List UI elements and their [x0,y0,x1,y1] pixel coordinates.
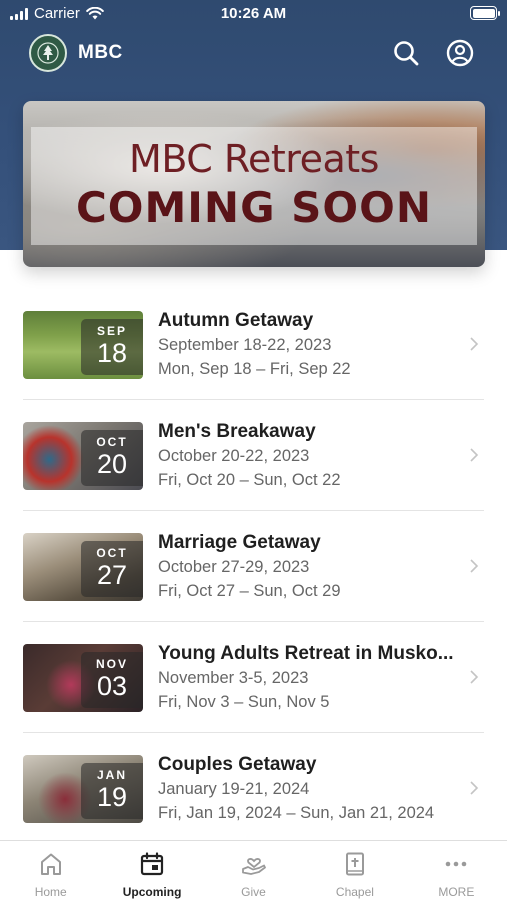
event-dates: October 27-29, 2023 [158,558,310,576]
event-dates: November 3-5, 2023 [158,669,309,687]
event-dates: October 20-22, 2023 [158,447,310,465]
date-day: 20 [96,449,128,479]
event-title: Young Adults Retreat in Musko... [158,643,454,664]
tree-logo-icon [37,42,59,64]
event-row[interactable]: JAN 19 Couples Getaway January 19-21, 20… [0,733,507,844]
event-range: Fri, Oct 27 – Sun, Oct 29 [158,582,341,600]
event-range: Mon, Sep 18 – Fri, Sep 22 [158,360,351,378]
account-icon [446,39,474,67]
tab-home[interactable]: Home [0,841,101,900]
event-row[interactable]: SEP 18 Autumn Getaway September 18-22, 2… [0,289,507,400]
date-badge: NOV 03 [81,652,143,708]
status-time: 10:26 AM [220,5,287,22]
date-month: JAN [96,768,127,782]
event-thumbnail: NOV 03 [23,644,143,712]
date-day: 19 [96,782,128,812]
event-thumbnail: JAN 19 [23,755,143,823]
tab-label: Upcoming [122,885,182,899]
event-title: Couples Getaway [158,754,317,775]
date-month: OCT [96,546,128,560]
event-row[interactable]: OCT 27 Marriage Getaway October 27-29, 2… [0,511,507,622]
date-month: OCT [96,435,128,449]
banner-title: MBC Retreats [129,137,379,181]
tab-bar: Home Upcoming Give Chapel MORE [0,840,507,900]
home-icon [40,853,61,875]
retreats-banner[interactable]: MBC Retreats COMING SOON [23,101,485,267]
event-title: Men's Breakaway [158,421,316,442]
event-title: Autumn Getaway [158,310,314,331]
tab-upcoming[interactable]: Upcoming [101,841,202,900]
event-range: Fri, Oct 20 – Sun, Oct 22 [158,471,341,489]
event-thumbnail: SEP 18 [23,311,143,379]
chevron-right-icon [470,670,479,684]
search-icon [394,41,419,66]
event-range: Fri, Jan 19, 2024 – Sun, Jan 21, 2024 [158,804,435,822]
event-row[interactable]: OCT 20 Men's Breakaway October 20-22, 20… [0,400,507,511]
date-day: 18 [96,338,128,368]
chevron-right-icon [470,337,479,351]
tab-label: Chapel [335,885,374,899]
date-month: NOV [95,657,128,671]
banner-subtitle: COMING SOON [75,183,432,232]
event-list: SEP 18 Autumn Getaway September 18-22, 2… [0,289,507,844]
event-dates: September 18-22, 2023 [158,336,332,354]
tab-label: Give [241,885,266,899]
account-button[interactable] [445,38,475,68]
tab-give[interactable]: Give [203,841,304,900]
date-day: 27 [96,560,128,590]
give-icon [241,858,266,875]
status-bar: Carrier 10:26 AM [0,0,507,28]
mbc-logo[interactable] [29,34,67,72]
tab-label: Home [34,885,67,899]
event-row[interactable]: NOV 03 Young Adults Retreat in Musko... … [0,622,507,733]
event-dates: January 19-21, 2024 [158,780,310,798]
date-badge: OCT 20 [81,430,143,486]
date-month: SEP [96,324,127,338]
tab-more[interactable]: MORE [406,841,507,900]
app-bar: MBC [0,32,507,74]
event-range: Fri, Nov 3 – Sun, Nov 5 [158,693,330,711]
event-thumbnail: OCT 20 [23,422,143,490]
bible-icon [345,852,364,876]
date-badge: OCT 27 [81,541,143,597]
chevron-right-icon [470,559,479,573]
calendar-icon [141,852,164,876]
tab-label: MORE [438,885,475,899]
more-icon [446,861,467,867]
search-button[interactable] [391,38,421,68]
date-badge: SEP 18 [81,319,143,375]
event-title: Marriage Getaway [158,532,321,553]
tab-chapel[interactable]: Chapel [304,841,405,900]
event-thumbnail: OCT 27 [23,533,143,601]
date-day: 03 [96,671,128,701]
battery-icon [470,6,500,20]
chevron-right-icon [470,781,479,795]
app-title: MBC [78,42,123,63]
date-badge: JAN 19 [81,763,143,819]
chevron-right-icon [470,448,479,462]
